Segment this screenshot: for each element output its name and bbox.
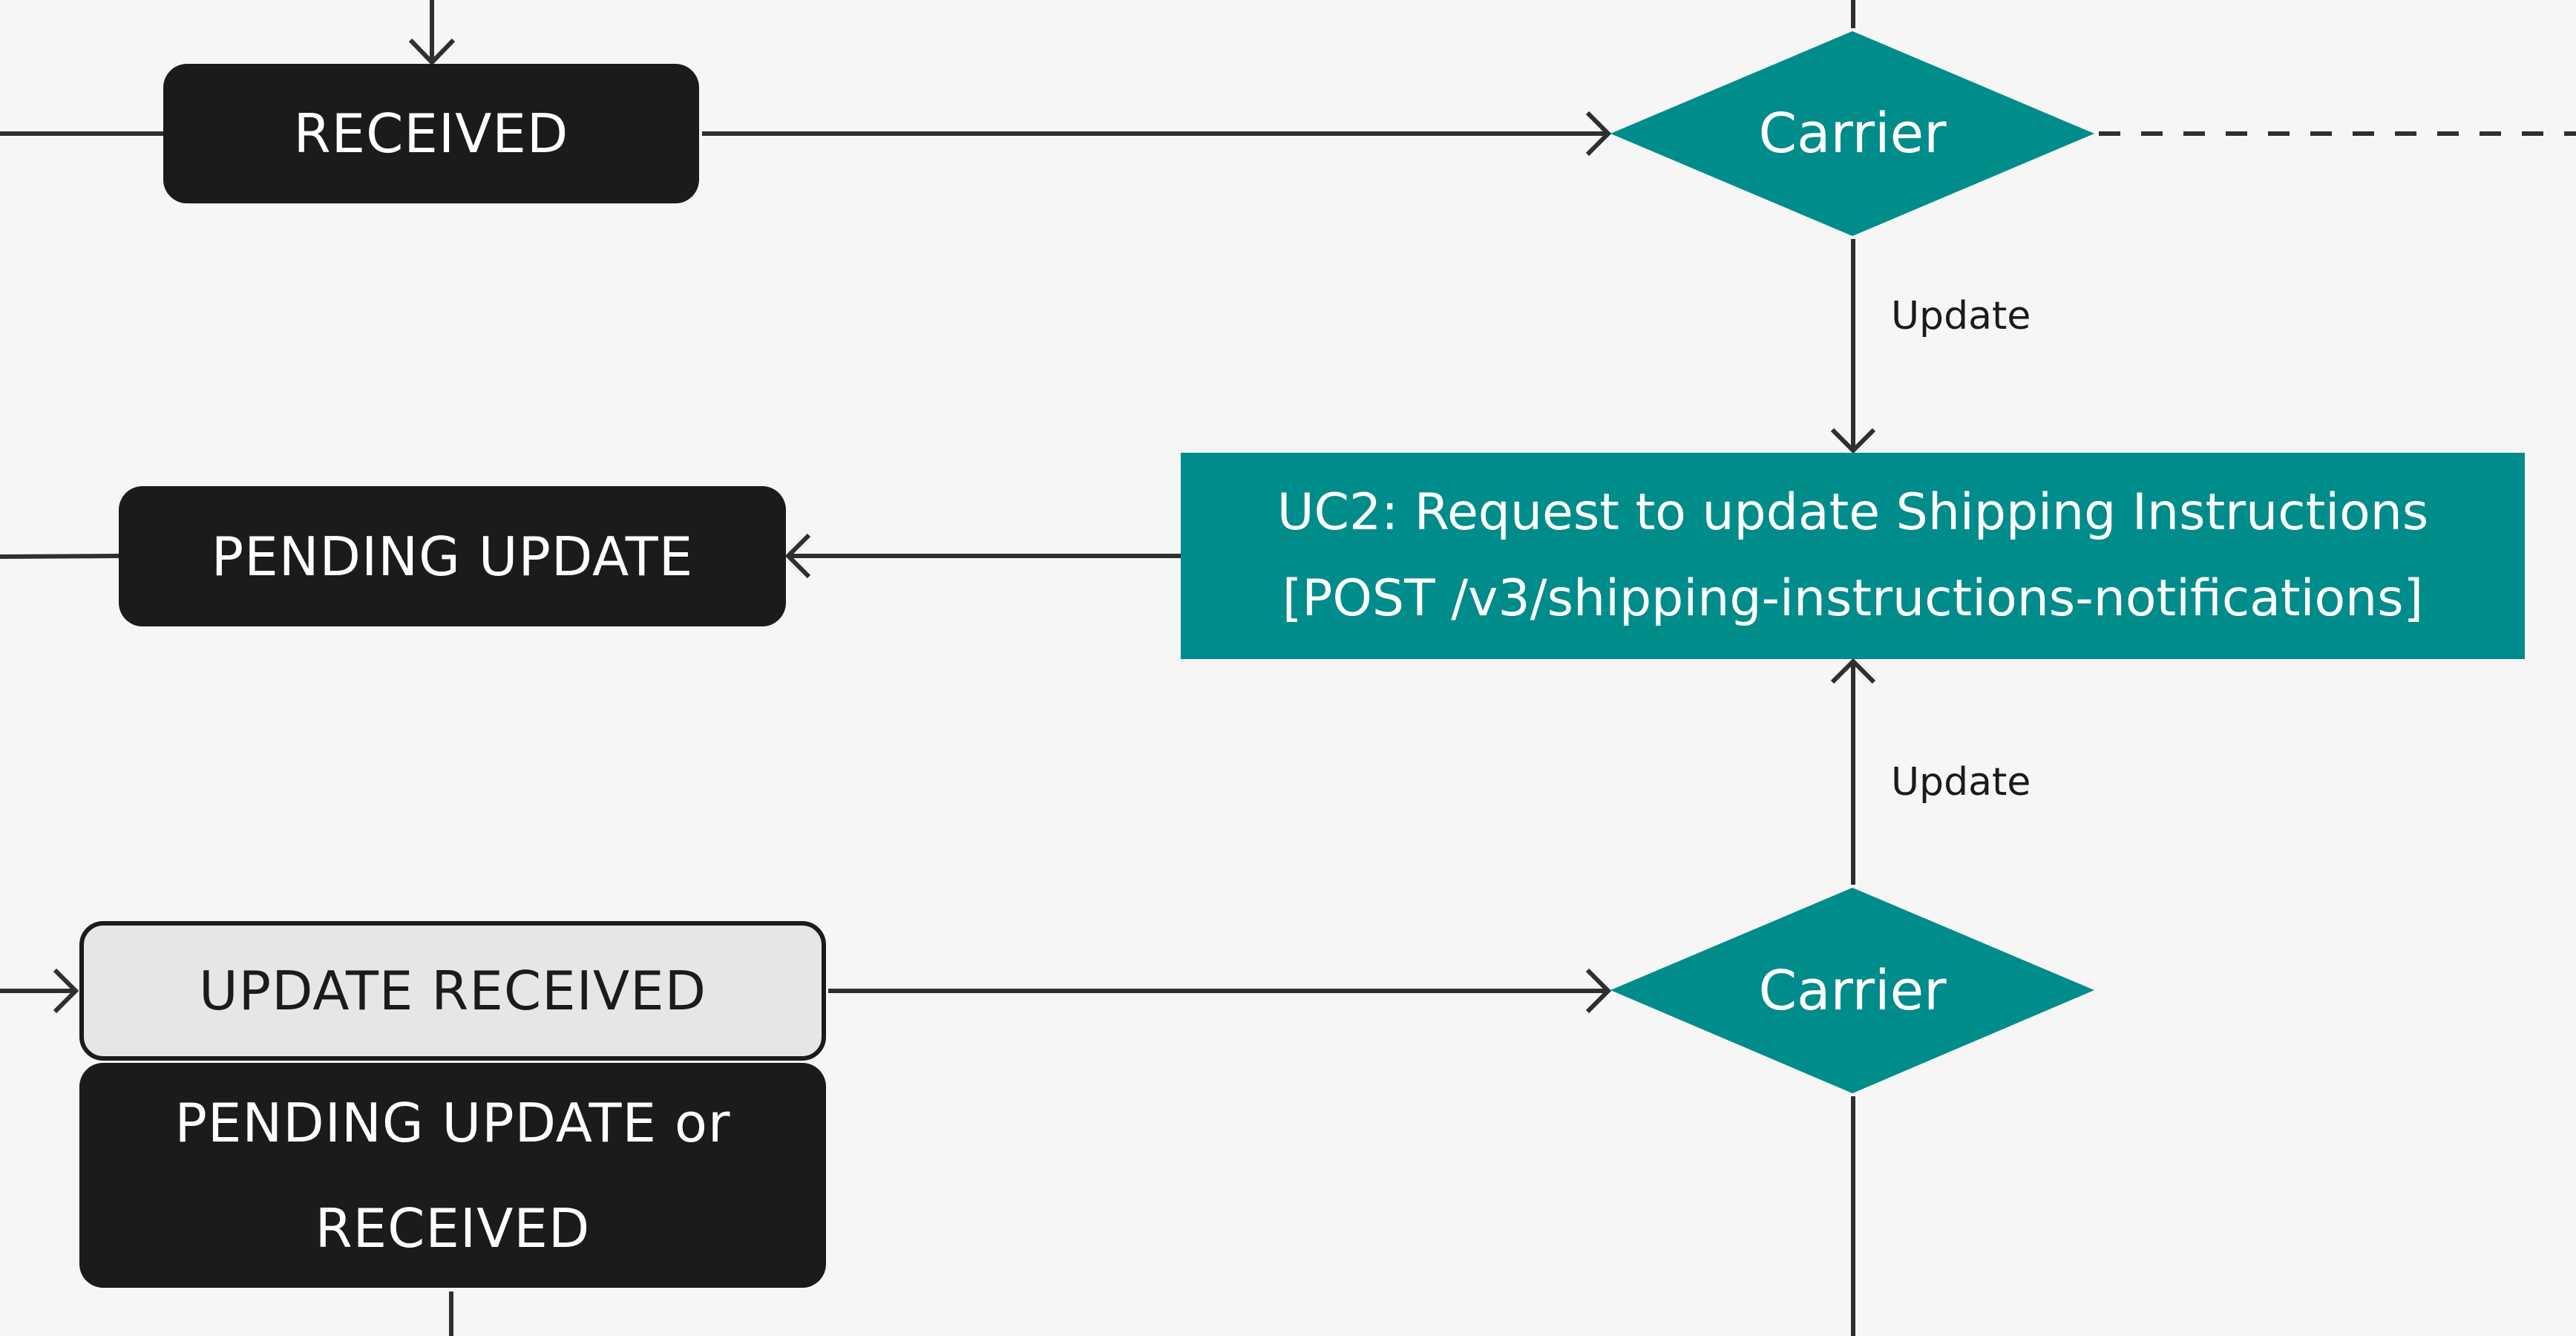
carrier-bottom-label: Carrier bbox=[1758, 958, 1947, 1023]
state-pending-update-label: PENDING UPDATE bbox=[211, 525, 694, 588]
carrier-top-label: Carrier bbox=[1758, 102, 1947, 166]
state-pending-update[interactable]: PENDING UPDATE bbox=[119, 486, 786, 626]
state-update-received-label: UPDATE RECEIVED bbox=[198, 960, 707, 1022]
state-received[interactable]: RECEIVED bbox=[163, 64, 699, 203]
edge-label-update-top: Update bbox=[1891, 294, 2031, 338]
process-uc2-endpoint: [POST /v3/shipping-instructions-notifica… bbox=[1282, 569, 2424, 628]
connector-pending-left bbox=[0, 554, 119, 559]
state-pending-or-received-line1: PENDING UPDATE or bbox=[174, 1091, 731, 1154]
state-update-received[interactable]: UPDATE RECEIVED bbox=[79, 921, 826, 1061]
state-pending-or-received-line2: RECEIVED bbox=[315, 1196, 591, 1260]
process-uc2[interactable]: UC2: Request to update Shipping Instruct… bbox=[1181, 453, 2525, 659]
carrier-top-label-box: Carrier bbox=[1610, 31, 2094, 236]
edge-label-update-bottom: Update bbox=[1891, 760, 2031, 805]
state-pending-update-or-received[interactable]: PENDING UPDATE or RECEIVED bbox=[79, 1063, 826, 1288]
state-received-label: RECEIVED bbox=[293, 102, 569, 165]
carrier-bottom-label-box: Carrier bbox=[1610, 888, 2094, 1093]
process-uc2-title: UC2: Request to update Shipping Instruct… bbox=[1276, 483, 2429, 542]
